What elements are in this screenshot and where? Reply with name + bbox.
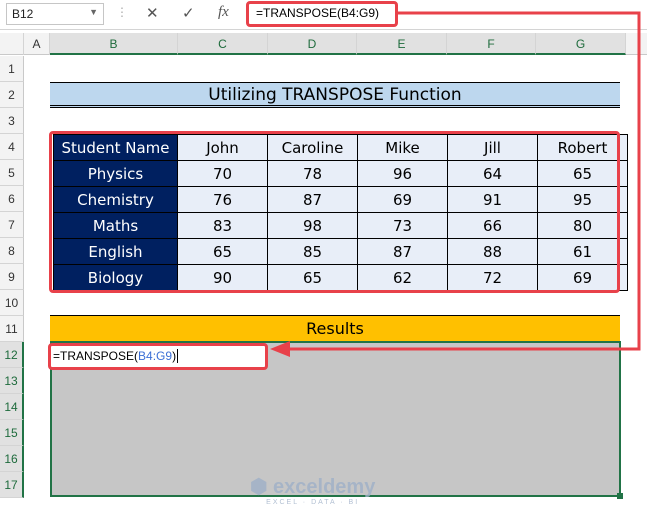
connector-arrow bbox=[270, 11, 641, 357]
exceldemy-watermark: ⬢ exceldemy EXCEL · DATA · BI bbox=[250, 476, 376, 506]
arrowhead-icon bbox=[270, 341, 290, 357]
